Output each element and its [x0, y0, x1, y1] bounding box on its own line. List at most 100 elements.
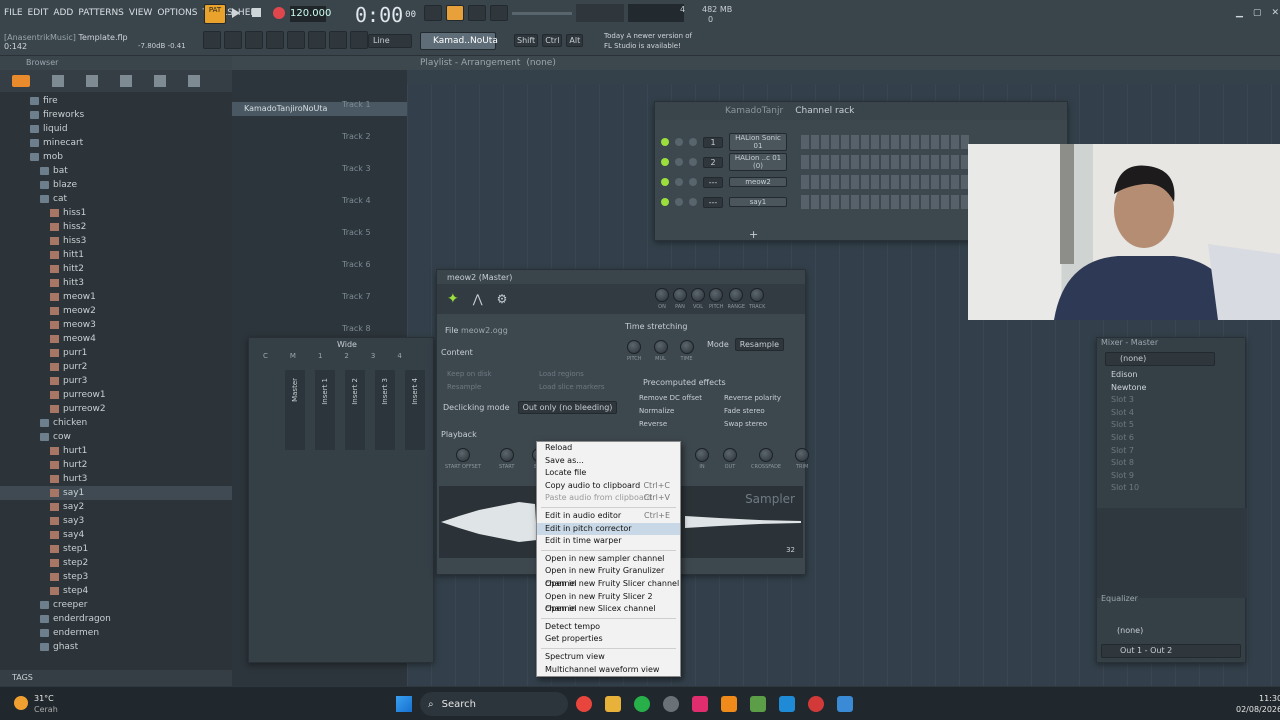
knob[interactable] [655, 288, 669, 302]
browser-tab-cloud-icon[interactable] [154, 75, 166, 87]
channel-name-button[interactable]: HALion ..c 01 (0) [729, 153, 787, 171]
browser-file[interactable]: say1 [0, 486, 232, 500]
effect-slot[interactable]: Slot 3 [1097, 395, 1245, 408]
chrome-icon[interactable] [576, 696, 592, 712]
effect-option[interactable]: Normalize [629, 407, 714, 415]
channel-name-button[interactable]: meow2 [729, 177, 787, 187]
context-menu-item[interactable]: Get properties [537, 633, 680, 646]
browser-folder[interactable]: fire [0, 94, 232, 108]
menu-view[interactable]: VIEW [129, 8, 152, 18]
master-volume-slider[interactable] [512, 12, 572, 15]
stop-icon[interactable] [252, 8, 261, 17]
browser-folder[interactable]: mob [0, 150, 232, 164]
channel-number[interactable]: 2 [703, 156, 723, 168]
effect-slot[interactable]: Slot 7 [1097, 446, 1245, 459]
context-menu-item[interactable]: Spectrum view [537, 651, 680, 664]
context-menu-item[interactable]: Edit in pitch corrector [537, 522, 680, 536]
knob[interactable] [695, 448, 709, 462]
envelope-tab-icon[interactable]: ⋀ [473, 292, 483, 306]
channel-pan-knob[interactable] [675, 198, 683, 206]
browser-file[interactable]: meow3 [0, 318, 232, 332]
browser-folder[interactable]: blaze [0, 178, 232, 192]
browser-file[interactable]: hitt3 [0, 276, 232, 290]
channel-pan-knob[interactable] [675, 158, 683, 166]
mixer-track-strip[interactable]: Master [285, 370, 305, 450]
channel-pan-knob[interactable] [675, 138, 683, 146]
context-menu-item[interactable]: Edit in time warper [537, 535, 680, 548]
browser-folder[interactable]: cat [0, 192, 232, 206]
browser-file[interactable]: hurt3 [0, 472, 232, 486]
track-header[interactable]: Track 2 [232, 130, 407, 162]
close-icon[interactable]: ✕ [1271, 8, 1279, 18]
effect-slot[interactable]: Slot 6 [1097, 433, 1245, 446]
knob[interactable] [729, 288, 744, 302]
browser-file[interactable]: hurt2 [0, 458, 232, 472]
mixer-layout[interactable]: Wide [249, 338, 433, 350]
piano-roll-button[interactable] [245, 31, 263, 49]
browser-folder[interactable]: fireworks [0, 108, 232, 122]
effect-option[interactable]: Reverse polarity [714, 394, 799, 402]
effect-slot[interactable]: Slot 10 [1097, 483, 1245, 496]
knob[interactable] [750, 288, 765, 302]
browser-file[interactable]: meow1 [0, 290, 232, 304]
browser-folder[interactable]: creeper [0, 598, 232, 612]
mixer-button[interactable] [203, 31, 221, 49]
plugin-picker-button[interactable] [308, 31, 326, 49]
add-channel-button[interactable]: + [749, 228, 758, 241]
maximize-icon[interactable]: ▢ [1253, 8, 1262, 18]
track-header[interactable]: Track 1 [232, 98, 407, 130]
store-icon[interactable] [779, 696, 795, 712]
browser-file[interactable]: purreow1 [0, 388, 232, 402]
browser-file[interactable]: purreow2 [0, 402, 232, 416]
browser-file[interactable]: step2 [0, 556, 232, 570]
output-select[interactable]: Out 1 - Out 2 [1101, 644, 1241, 658]
wrench-tab-icon[interactable]: ⚙ [497, 292, 508, 306]
start-icon[interactable] [396, 696, 412, 712]
mixer-track-strip[interactable]: Insert 1 [315, 370, 335, 450]
weather-icon[interactable] [14, 696, 28, 710]
fl-studio-icon[interactable] [721, 696, 737, 712]
clock[interactable]: 11:30 02/08/2026 [1236, 693, 1280, 715]
channel-number[interactable]: --- [703, 176, 723, 188]
browser-tab-project-icon[interactable] [52, 75, 64, 87]
effect-option[interactable]: Remove DC offset [629, 394, 714, 402]
channel-steps[interactable] [801, 195, 971, 209]
browser-file[interactable]: hiss1 [0, 206, 232, 220]
browser-file[interactable]: hiss2 [0, 220, 232, 234]
browser-file[interactable]: step3 [0, 570, 232, 584]
channel-steps[interactable] [801, 175, 971, 189]
channel-name-button[interactable]: say1 [729, 197, 787, 207]
context-menu-item[interactable]: Detect tempo [537, 621, 680, 634]
sampler-tab-icon[interactable]: ✦ [447, 291, 459, 307]
browser-folder[interactable]: endermen [0, 626, 232, 640]
knob[interactable] [653, 340, 668, 354]
browser-file[interactable]: purr1 [0, 346, 232, 360]
channel-rack-button[interactable] [266, 31, 284, 49]
eq-panel[interactable] [1097, 508, 1247, 598]
effect-option[interactable]: Swap stereo [714, 420, 799, 428]
context-menu-item[interactable]: Open in new Fruity Slicer 2 channel [537, 591, 680, 614]
channel-volume-knob[interactable] [689, 138, 697, 146]
channel-steps[interactable] [801, 135, 971, 149]
context-menu-item[interactable]: Reload [537, 442, 680, 455]
browser-file[interactable]: say3 [0, 514, 232, 528]
channel-steps[interactable] [801, 155, 971, 169]
browser-tab-all-icon[interactable] [12, 75, 30, 87]
channel-number[interactable]: 1 [703, 136, 723, 148]
effect-slot[interactable]: Slot 8 [1097, 458, 1245, 471]
shift-key[interactable]: Shift [514, 34, 539, 47]
master-pitch-slider[interactable] [576, 4, 624, 22]
step-edit-icon[interactable] [468, 5, 486, 21]
channel-mute-led[interactable] [661, 158, 669, 166]
mixer-track-strip[interactable]: Insert 3 [375, 370, 395, 450]
menu-file[interactable]: FILE [4, 8, 23, 18]
track-header[interactable]: Track 3 [232, 162, 407, 194]
search-box[interactable]: ⌕ Search [420, 692, 568, 716]
weather-widget[interactable]: 31°C Cerah [34, 693, 58, 715]
channel-mute-led[interactable] [661, 178, 669, 186]
channel-mute-led[interactable] [661, 198, 669, 206]
browser-folder[interactable]: minecart [0, 136, 232, 150]
notepad-icon[interactable] [837, 696, 853, 712]
knob[interactable] [759, 448, 774, 462]
browser-folder[interactable]: cow [0, 430, 232, 444]
